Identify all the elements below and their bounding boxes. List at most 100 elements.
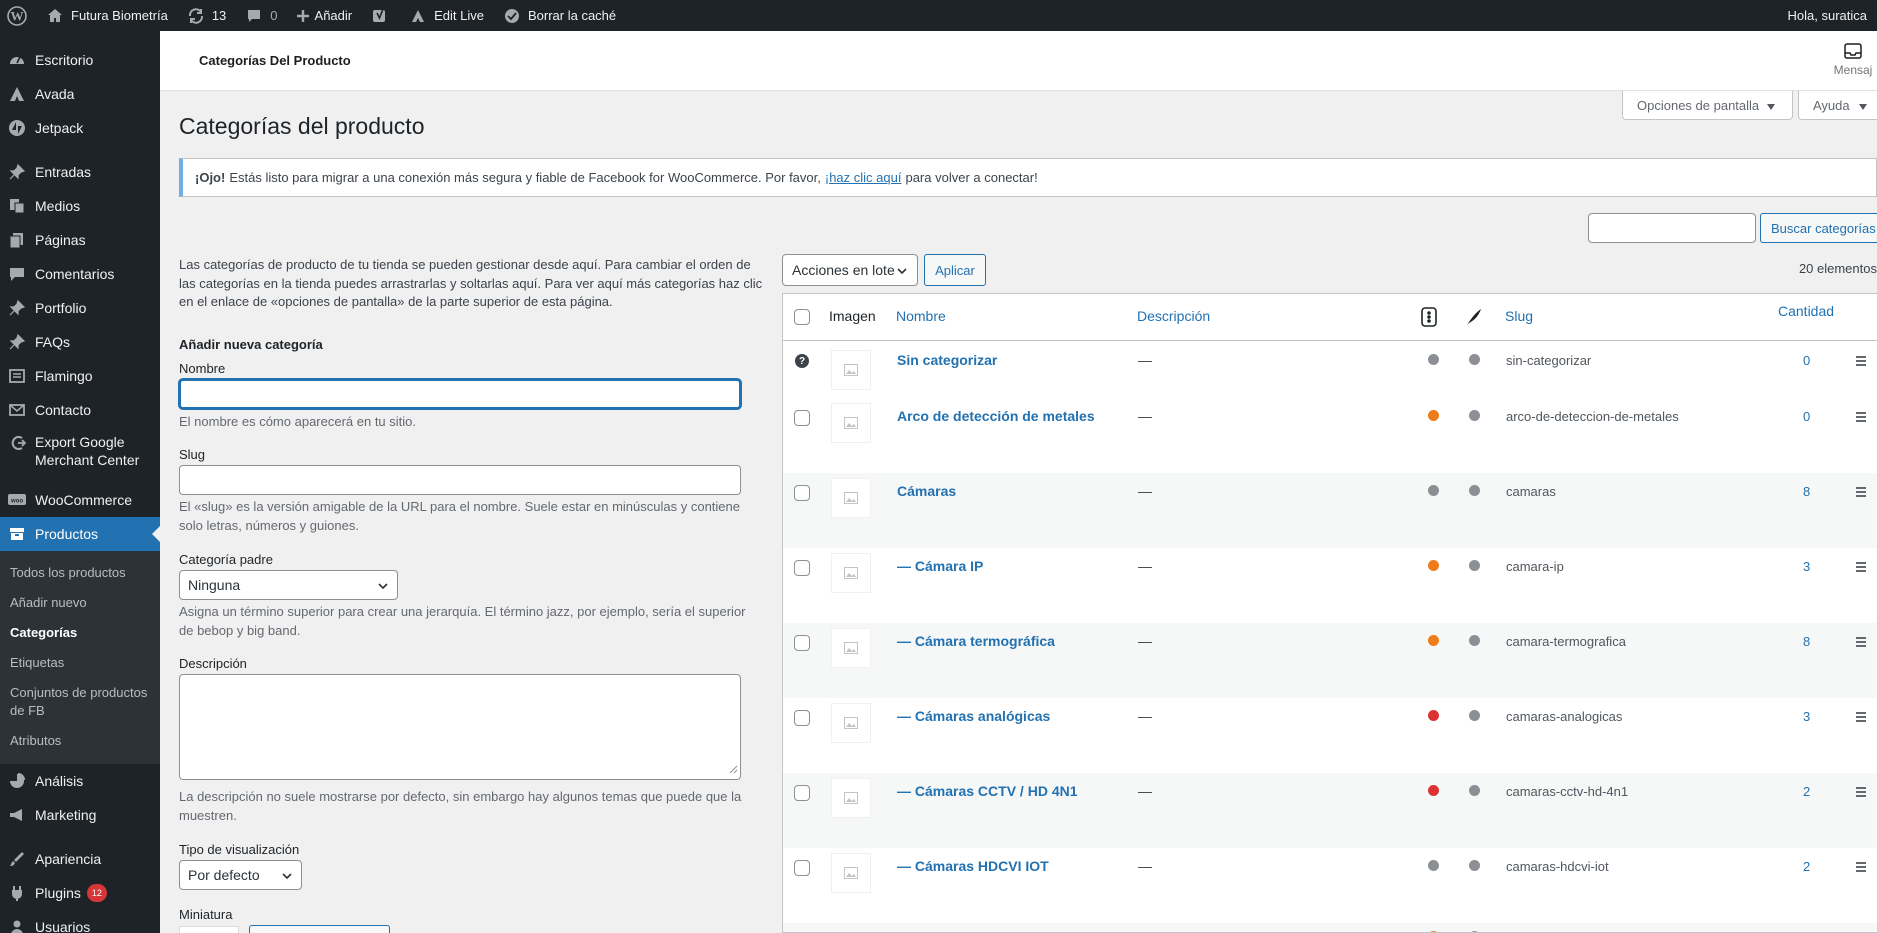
display-type-select[interactable]: Por defecto bbox=[179, 860, 302, 890]
menu-label: WooCommerce bbox=[35, 492, 132, 508]
category-count-link[interactable]: 8 bbox=[1803, 634, 1810, 649]
menu-portfolio[interactable]: Portfolio bbox=[0, 291, 160, 325]
category-name-link[interactable]: — Cámaras CCTV / HD 4N1 bbox=[897, 783, 1078, 799]
edit-live-link[interactable]: Edit Live bbox=[399, 0, 493, 31]
seo-score-dot bbox=[1428, 560, 1439, 571]
display-type-label: Tipo de visualización bbox=[179, 842, 300, 857]
category-count-link[interactable]: 2 bbox=[1803, 859, 1810, 874]
row-checkbox[interactable] bbox=[794, 410, 810, 426]
help-button[interactable]: Ayuda bbox=[1798, 91, 1877, 120]
new-content-link[interactable]: Añadir bbox=[287, 0, 362, 31]
menu-marketing[interactable]: Marketing bbox=[0, 798, 160, 832]
submenu-anadir-nuevo[interactable]: Añadir nuevo bbox=[0, 588, 160, 618]
category-count-link[interactable]: 2 bbox=[1803, 784, 1810, 799]
notice-link[interactable]: ¡haz clic aquí bbox=[825, 170, 902, 185]
column-slug[interactable]: Slug bbox=[1505, 308, 1533, 324]
drag-handle-icon[interactable] bbox=[1856, 356, 1866, 368]
row-checkbox[interactable] bbox=[794, 560, 810, 576]
help-label: Ayuda bbox=[1813, 97, 1850, 113]
submenu-etiquetas[interactable]: Etiquetas bbox=[0, 648, 160, 678]
category-count-link[interactable]: 3 bbox=[1803, 559, 1810, 574]
help-icon[interactable]: ? bbox=[795, 354, 809, 368]
table-row: — Cámaras analógicas — camaras-analogica… bbox=[783, 698, 1877, 773]
wordpress-logo-icon[interactable]: W bbox=[0, 0, 36, 31]
slug-input[interactable] bbox=[179, 465, 741, 495]
category-name-link[interactable]: — Cámaras analógicas bbox=[897, 708, 1050, 724]
menu-medios[interactable]: Medios bbox=[0, 189, 160, 223]
yoast-link[interactable] bbox=[361, 0, 399, 31]
updates-link[interactable]: 13 bbox=[177, 0, 235, 31]
menu-flamingo[interactable]: Flamingo bbox=[0, 359, 160, 393]
column-description[interactable]: Descripción bbox=[1137, 308, 1210, 324]
bulk-actions-select[interactable]: Acciones en lote bbox=[782, 254, 918, 286]
submenu-categorias[interactable]: Categorías bbox=[0, 618, 160, 648]
drag-handle-icon[interactable] bbox=[1856, 787, 1866, 799]
row-checkbox[interactable] bbox=[794, 860, 810, 876]
menu-woocommerce[interactable]: woo WooCommerce bbox=[0, 483, 160, 517]
menu-comentarios[interactable]: Comentarios bbox=[0, 257, 160, 291]
screen-options-button[interactable]: Opciones de pantalla bbox=[1622, 91, 1793, 120]
category-name-link[interactable]: Sin categorizar bbox=[897, 352, 997, 368]
my-account[interactable]: Hola, suratica bbox=[1788, 8, 1877, 23]
display-type-value: Por defecto bbox=[188, 867, 260, 883]
menu-faqs[interactable]: FAQs bbox=[0, 325, 160, 359]
parent-select[interactable]: Ninguna bbox=[179, 570, 398, 600]
menu-paginas[interactable]: Páginas bbox=[0, 223, 160, 257]
menu-label: Flamingo bbox=[35, 368, 93, 384]
category-slug: arco-de-deteccion-de-metales bbox=[1506, 409, 1679, 424]
drag-handle-icon[interactable] bbox=[1856, 637, 1866, 649]
category-name-link[interactable]: — Cámaras HDCVI IOT bbox=[897, 858, 1049, 874]
category-count-link[interactable]: 8 bbox=[1803, 484, 1810, 499]
thumbnail-placeholder-icon bbox=[831, 703, 871, 743]
upload-image-button[interactable] bbox=[249, 925, 390, 933]
comments-link[interactable]: 0 bbox=[235, 0, 286, 31]
category-name-link[interactable]: Cámaras bbox=[897, 483, 956, 499]
resize-handle-icon[interactable] bbox=[729, 762, 738, 777]
row-checkbox[interactable] bbox=[794, 785, 810, 801]
drag-handle-icon[interactable] bbox=[1856, 487, 1866, 499]
seo-score-dot bbox=[1428, 860, 1439, 871]
select-all-checkbox[interactable] bbox=[794, 309, 810, 325]
menu-jetpack[interactable]: Jetpack bbox=[0, 111, 160, 145]
updates-count: 13 bbox=[211, 8, 227, 23]
description-textarea[interactable] bbox=[179, 674, 741, 780]
search-categories-button[interactable]: Buscar categorías bbox=[1760, 213, 1877, 243]
category-name-link[interactable]: — Cámara termográfica bbox=[897, 633, 1055, 649]
category-name-link[interactable]: Arco de detección de metales bbox=[897, 408, 1095, 424]
drag-handle-icon[interactable] bbox=[1856, 712, 1866, 724]
svg-text:woo: woo bbox=[10, 499, 23, 505]
category-count-link[interactable]: 0 bbox=[1803, 353, 1810, 368]
submenu-conjuntos-fb[interactable]: Conjuntos de productos de FB bbox=[0, 678, 160, 726]
column-name[interactable]: Nombre bbox=[896, 308, 946, 324]
category-count-link[interactable]: 0 bbox=[1803, 409, 1810, 424]
drag-handle-icon[interactable] bbox=[1856, 412, 1866, 424]
menu-plugins[interactable]: Plugins 12 bbox=[0, 876, 160, 910]
row-checkbox[interactable] bbox=[794, 710, 810, 726]
menu-entradas[interactable]: Entradas bbox=[0, 155, 160, 189]
apply-bulk-button[interactable]: Aplicar bbox=[924, 254, 986, 286]
row-checkbox[interactable] bbox=[794, 635, 810, 651]
menu-productos[interactable]: Productos bbox=[0, 517, 160, 551]
seo-score-icon[interactable] bbox=[1421, 307, 1437, 330]
name-input[interactable] bbox=[179, 379, 741, 409]
menu-usuarios[interactable]: Usuarios bbox=[0, 910, 160, 933]
inbox-button[interactable]: Mensaj bbox=[1829, 41, 1877, 77]
site-name-link[interactable]: Futura Biometría bbox=[36, 0, 177, 31]
menu-contacto[interactable]: Contacto bbox=[0, 393, 160, 427]
menu-apariencia[interactable]: Apariencia bbox=[0, 842, 160, 876]
menu-escritorio[interactable]: Escritorio bbox=[0, 43, 160, 77]
menu-export-google[interactable]: Export Google Merchant Center bbox=[0, 427, 160, 477]
row-checkbox[interactable] bbox=[794, 485, 810, 501]
submenu-todos-productos[interactable]: Todos los productos bbox=[0, 558, 160, 588]
submenu-atributos[interactable]: Atributos bbox=[0, 726, 160, 756]
drag-handle-icon[interactable] bbox=[1856, 862, 1866, 874]
menu-avada[interactable]: Avada bbox=[0, 77, 160, 111]
category-name-link[interactable]: — Cámara IP bbox=[897, 558, 983, 574]
clear-cache-link[interactable]: Borrar la caché bbox=[493, 0, 625, 31]
column-count[interactable]: Cantidad bbox=[1778, 303, 1834, 319]
drag-handle-icon[interactable] bbox=[1856, 562, 1866, 574]
search-categories-input[interactable] bbox=[1588, 213, 1756, 243]
category-count-link[interactable]: 3 bbox=[1803, 709, 1810, 724]
readability-icon[interactable] bbox=[1465, 307, 1483, 330]
menu-analisis[interactable]: Análisis bbox=[0, 764, 160, 798]
